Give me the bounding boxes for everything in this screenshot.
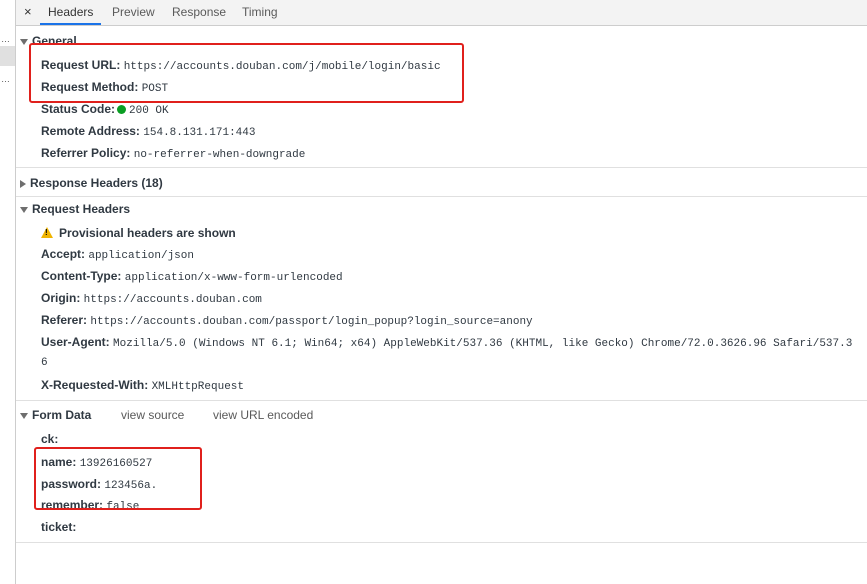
ticket-label: ticket: [41,520,77,534]
tab-headers[interactable]: Headers [40,0,102,25]
warning-icon [41,227,53,238]
content-type-label: Content-Type: [41,269,122,283]
status-code-label: Status Code: [41,102,116,116]
ticket-row: ticket: [41,520,76,534]
x-requested-with-row: X-Requested-With: XMLHttpRequest [41,378,244,393]
remote-address-value: 154.8.131.171:443 [143,127,256,139]
tab-bar: × Headers Preview Response Timing [16,0,867,26]
view-source-link[interactable]: view source [121,408,184,422]
strip-ellipsis: … [1,34,10,44]
close-icon[interactable]: × [24,4,32,19]
x-requested-with-value: XMLHttpRequest [151,381,244,393]
strip-selected-row[interactable] [0,46,15,66]
user-agent-label: User-Agent: [41,335,110,349]
response-headers-toggle[interactable]: Response Headers (18) [20,176,163,190]
ck-row: ck: [41,432,58,446]
referer-value: https://accounts.douban.com/passport/log… [90,316,533,328]
accept-label: Accept: [41,247,86,261]
remote-address-row: Remote Address: 154.8.131.171:443 [41,124,255,139]
triangle-down-icon [20,412,28,419]
content-type-row: Content-Type: application/x-www-form-url… [41,269,343,284]
status-code-row: Status Code: 200 OK [41,102,169,117]
form-data-title: Form Data [32,408,92,422]
view-url-encoded-link[interactable]: view URL encoded [213,408,313,422]
triangle-right-icon [20,179,26,188]
form-data-toggle[interactable]: Form Data [20,408,91,422]
request-list-strip: … … [0,0,16,584]
referrer-policy-value: no-referrer-when-downgrade [133,149,306,161]
user-agent-value: Mozilla/5.0 (Windows NT 6.1; Win64; x64)… [113,338,853,350]
highlight-box-form-data [34,447,202,510]
tab-timing[interactable]: Timing [234,0,286,25]
user-agent-row: User-Agent: Mozilla/5.0 (Windows NT 6.1;… [41,335,852,350]
status-code-value: 200 OK [129,105,169,117]
divider [16,542,867,543]
strip-ellipsis-2: … [1,74,10,84]
user-agent-wrap: 6 [41,357,48,369]
origin-value: https://accounts.douban.com [83,294,262,306]
referer-label: Referer: [41,313,88,327]
origin-label: Origin: [41,291,81,305]
divider [16,400,867,401]
tab-response[interactable]: Response [164,0,234,25]
response-headers-title: Response Headers (18) [30,176,163,190]
highlight-box-general [29,43,464,103]
provisional-warning-text: Provisional headers are shown [59,226,236,240]
origin-row: Origin: https://accounts.douban.com [41,291,262,306]
triangle-down-icon [20,206,28,213]
referer-row: Referer: https://accounts.douban.com/pas… [41,313,533,328]
ck-label: ck: [41,432,59,446]
divider [16,196,867,197]
referrer-policy-label: Referrer Policy: [41,146,131,160]
referrer-policy-row: Referrer Policy: no-referrer-when-downgr… [41,146,305,161]
x-requested-with-label: X-Requested-With: [41,378,149,392]
content-type-value: application/x-www-form-urlencoded [124,272,343,284]
accept-value: application/json [88,250,194,262]
status-ok-icon [117,105,127,114]
tab-preview[interactable]: Preview [104,0,163,25]
provisional-warning-row: Provisional headers are shown [41,226,236,240]
accept-row: Accept: application/json [41,247,194,262]
remote-address-label: Remote Address: [41,124,140,138]
request-headers-title: Request Headers [32,202,131,216]
divider [16,167,867,168]
triangle-down-icon [20,38,28,45]
request-headers-toggle[interactable]: Request Headers [20,202,130,216]
